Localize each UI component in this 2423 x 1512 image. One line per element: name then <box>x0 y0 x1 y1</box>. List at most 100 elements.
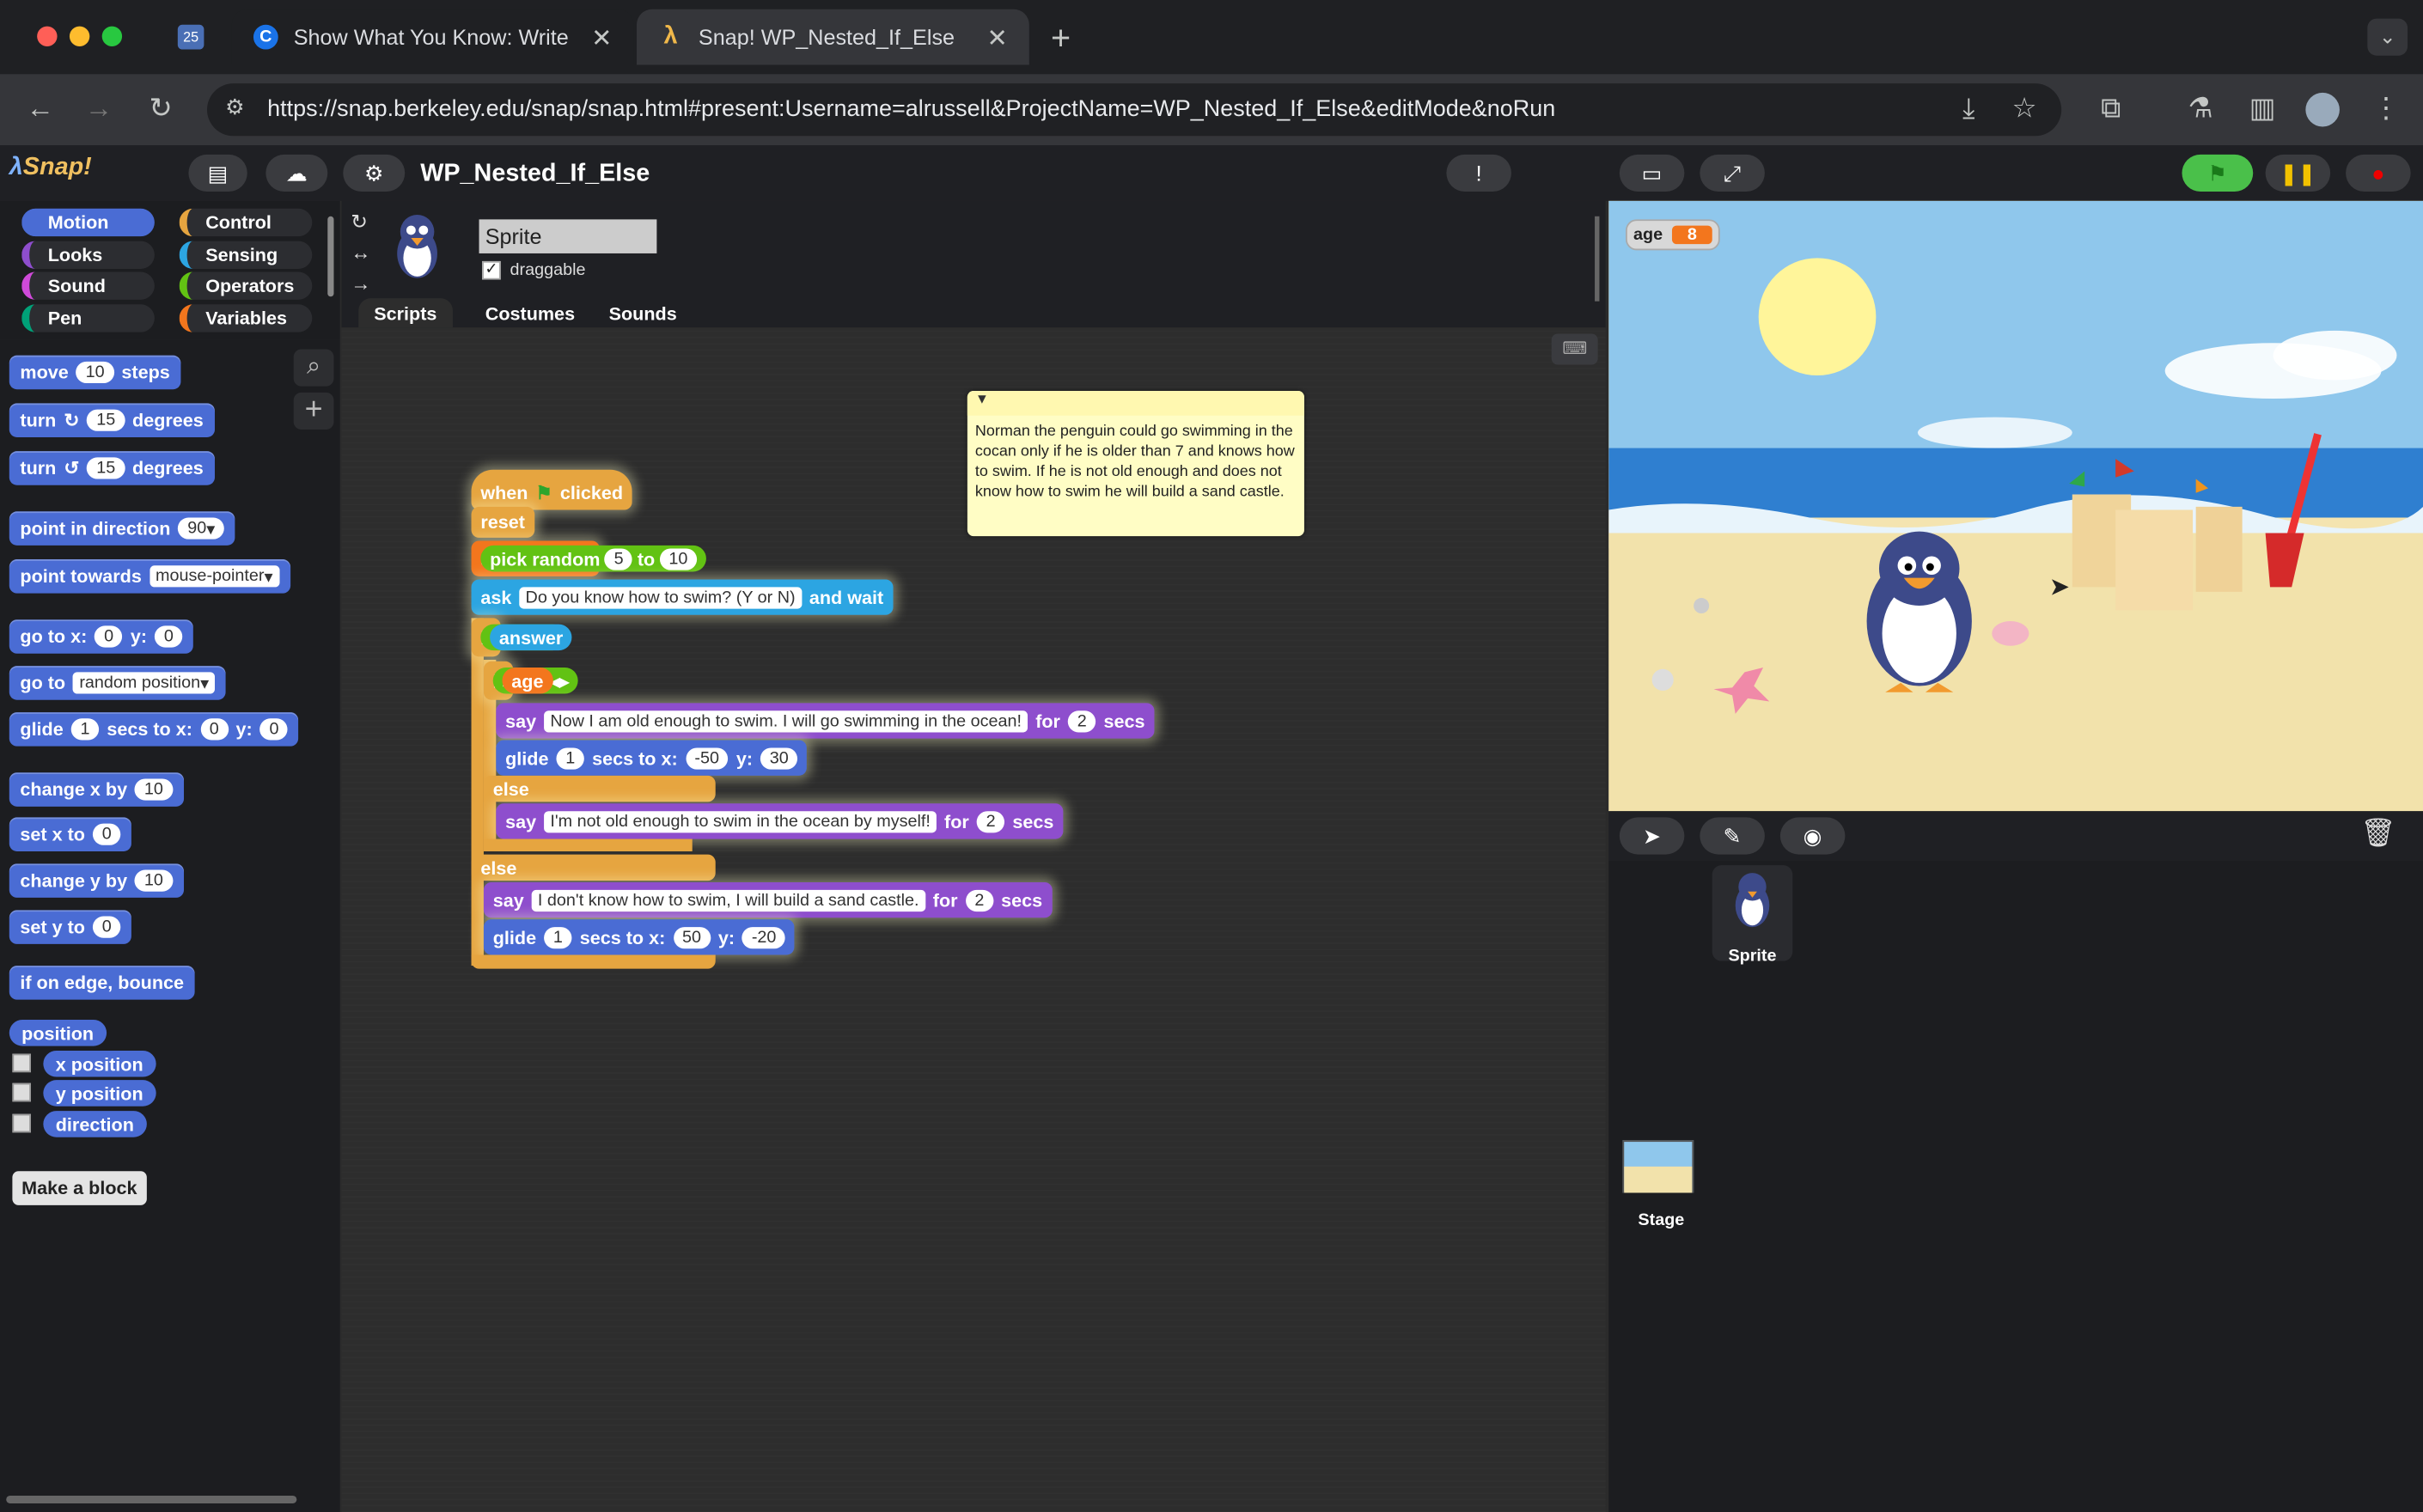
side-panel-icon[interactable]: ▥ <box>2243 93 2280 125</box>
position-reporter[interactable]: position <box>9 1020 107 1046</box>
block-slot[interactable]: 10 <box>76 361 114 384</box>
reset-block[interactable]: reset <box>471 506 534 538</box>
greater-than-reporter[interactable]: age>7◂▸ <box>492 667 578 694</box>
category-sensing[interactable]: Sensing <box>179 241 313 269</box>
block-slot[interactable]: 15 <box>87 457 125 479</box>
block-slot[interactable]: 1 <box>556 747 585 769</box>
block-slot[interactable]: 0 <box>92 916 121 938</box>
category-control[interactable]: Control <box>179 208 313 237</box>
close-window-button[interactable] <box>37 26 58 46</box>
rotation-style-none-icon[interactable]: → <box>351 272 370 296</box>
change-x-block[interactable]: change x by 10 <box>9 772 184 807</box>
tab-search-chevron-icon[interactable]: ⌄ <box>2367 18 2408 56</box>
comment-text[interactable]: Norman the penguin could go swimming in … <box>967 416 1304 509</box>
tab-costumes[interactable]: Costumes <box>470 298 590 327</box>
move-steps-block[interactable]: move 10 steps <box>9 355 181 390</box>
say-for-secs-block[interactable]: say I don't know how to swim, I will buil… <box>483 881 1052 918</box>
install-app-icon[interactable]: ⤓ <box>1950 93 1987 125</box>
collapse-triangle-icon[interactable]: ▼ <box>967 391 1304 416</box>
keyboard-icon[interactable]: ⌨ <box>1551 333 1598 365</box>
stage-thumbnail[interactable] <box>1622 1140 1694 1193</box>
cloud-icon[interactable]: ☁ <box>265 154 328 192</box>
block-slot[interactable]: 2 <box>1067 710 1096 732</box>
labs-flask-icon[interactable]: ⚗ <box>2182 93 2219 125</box>
block-slot[interactable]: 0 <box>155 625 183 648</box>
say-for-secs-block[interactable]: say Now I am old enough to swim. I will g… <box>496 703 1155 739</box>
direction-checkbox[interactable] <box>12 1113 31 1133</box>
block-slot[interactable]: 50 <box>673 926 711 948</box>
direction-reporter[interactable]: direction <box>43 1111 147 1137</box>
go-to-block[interactable]: go to random position ▾ <box>9 666 226 700</box>
say-for-secs-block[interactable]: say I'm not old enough to swim in the oce… <box>496 803 1064 839</box>
close-tab-icon[interactable]: ✕ <box>987 23 1008 54</box>
block-slot[interactable]: 0 <box>199 718 229 741</box>
turn-clockwise-block[interactable]: turn ↻ 15 degrees <box>9 403 215 437</box>
set-y-block[interactable]: set y to 0 <box>9 910 132 944</box>
inner-if-else-block[interactable]: ifage>7◂▸ <box>483 661 578 700</box>
age-reporter[interactable]: age <box>502 667 553 694</box>
make-a-block-button[interactable]: Make a block <box>12 1171 147 1205</box>
point-in-direction-block[interactable]: point in direction 90 ▾ <box>9 511 235 546</box>
category-variables[interactable]: Variables <box>179 304 313 332</box>
category-sound[interactable]: Sound <box>21 271 155 300</box>
block-slot[interactable]: 0 <box>92 823 121 845</box>
ask-question-slot[interactable]: Do you know how to swim? (Y or N) <box>519 586 802 608</box>
category-pen[interactable]: Pen <box>21 304 155 332</box>
stage[interactable] <box>1608 200 2423 812</box>
paintbrush-icon[interactable]: ✎ <box>1700 817 1765 855</box>
block-dropdown[interactable]: random position ▾ <box>73 672 216 694</box>
block-slot[interactable]: 5 <box>604 547 633 570</box>
script-comment[interactable]: ▼ Norman the penguin could go swimming i… <box>967 391 1304 537</box>
extensions-icon[interactable]: ⧉ <box>2092 93 2129 125</box>
block-slot[interactable]: 15 <box>87 409 125 431</box>
block-slot[interactable]: 0 <box>95 625 123 648</box>
glide-to-xy-block[interactable]: glide 1 secs to x: 50 y: -20 <box>483 919 796 955</box>
when-flag-clicked-hat[interactable]: when ⚑ clicked <box>471 469 632 510</box>
minimize-window-button[interactable] <box>69 26 90 46</box>
y-position-checkbox[interactable] <box>12 1082 31 1102</box>
category-scrollbar[interactable] <box>327 216 334 297</box>
add-icon[interactable]: + <box>293 392 334 430</box>
x-position-checkbox[interactable] <box>12 1053 31 1073</box>
corral-sprite[interactable]: Sprite <box>1712 865 1793 966</box>
draggable-checkbox[interactable]: ✓ <box>482 260 501 280</box>
stop-button[interactable]: ● <box>2346 154 2411 192</box>
fullscreen-icon[interactable]: ⤢ <box>1700 154 1765 192</box>
unused-blocks-icon[interactable]: ! <box>1446 154 1511 192</box>
penguin-sprite[interactable] <box>1842 525 1997 695</box>
say-text-slot[interactable]: I don't know how to swim, I will build a… <box>531 889 925 911</box>
back-icon[interactable]: ← <box>21 93 58 125</box>
rotation-style-rotate-icon[interactable]: ↻ <box>351 210 368 235</box>
block-slot[interactable]: -50 <box>685 747 729 769</box>
green-flag-button[interactable]: ⚑ <box>2182 154 2254 192</box>
equals-reporter[interactable]: answer=y◂▸ <box>480 624 573 651</box>
profile-avatar[interactable] <box>2305 92 2340 127</box>
change-y-block[interactable]: change y by 10 <box>9 863 184 898</box>
variable-watcher[interactable]: age 8 <box>1626 219 1720 251</box>
close-tab-icon[interactable]: ✕ <box>591 23 612 54</box>
browser-menu-icon[interactable]: ⋮ <box>2367 93 2404 125</box>
tab-show-what-you-know[interactable]: C Show What You Know: Write ✕ <box>231 9 634 65</box>
block-slot[interactable]: 10 <box>659 547 698 570</box>
say-text-slot[interactable]: I'm not old enough to swim in the ocean … <box>544 810 937 832</box>
pick-random-reporter[interactable]: pick random 5 to 10 <box>480 545 707 572</box>
category-motion[interactable]: Motion <box>21 208 155 237</box>
block-slot[interactable]: 1 <box>544 926 572 948</box>
snap-logo[interactable]: λSnap! <box>9 155 92 182</box>
block-slot[interactable]: 30 <box>760 747 798 769</box>
tab-snap[interactable]: λ Snap! WP_Nested_If_Else ✕ <box>636 9 1029 65</box>
glide-to-xy-block[interactable]: glide 1 secs to x: -50 y: 30 <box>496 740 808 776</box>
site-settings-icon[interactable]: ⚙ <box>217 94 253 121</box>
new-tab-button[interactable]: + <box>1051 19 1071 59</box>
category-operators[interactable]: Operators <box>179 271 313 300</box>
file-icon[interactable]: ▤ <box>188 154 247 192</box>
tab-scripts[interactable]: Scripts <box>358 298 453 328</box>
glide-block[interactable]: glide 1 secs to x: 0 y: 0 <box>9 712 299 747</box>
sprite-name-field[interactable]: Sprite <box>479 219 657 253</box>
reload-icon[interactable]: ↻ <box>142 93 179 125</box>
bookmark-star-icon[interactable]: ☆ <box>2005 93 2042 125</box>
point-towards-block[interactable]: point towards mouse-pointer ▾ <box>9 559 290 594</box>
y-position-reporter[interactable]: y position <box>43 1080 156 1107</box>
set-variable-block[interactable]: setage▾topick random5to10 <box>471 540 707 576</box>
settings-gear-icon[interactable]: ⚙ <box>343 154 406 192</box>
